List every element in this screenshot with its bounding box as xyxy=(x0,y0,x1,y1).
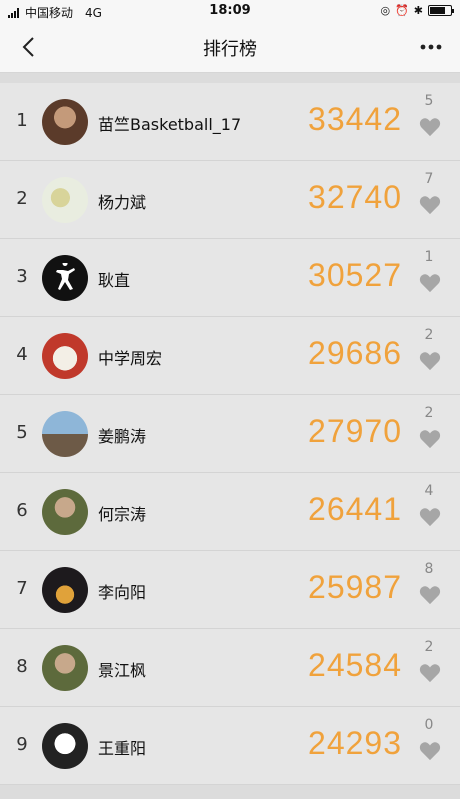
player-name: 耿直 xyxy=(98,271,131,290)
player-name: 姜鹏涛 xyxy=(98,427,147,446)
status-bar: 中国移动 4G 18:09 ◎ ⏰ ✱ xyxy=(0,0,460,22)
score-value: 30527 xyxy=(308,257,402,293)
player-name: 景江枫 xyxy=(98,661,147,680)
rank-number: 4 xyxy=(16,344,28,365)
heart-icon[interactable] xyxy=(419,663,441,683)
score-value: 26441 xyxy=(308,491,402,527)
score-value: 32740 xyxy=(308,179,402,215)
ranking-row[interactable]: 1 苗竺Basketball_17 33442 5 xyxy=(0,83,460,161)
player-name: 杨力斌 xyxy=(98,193,147,212)
like-count: 4 xyxy=(424,483,434,499)
heart-icon[interactable] xyxy=(419,351,441,371)
player-name: 何宗涛 xyxy=(98,505,147,524)
bluetooth-icon: ✱ xyxy=(413,4,423,17)
heart-icon[interactable] xyxy=(419,741,441,761)
player-name: 苗竺Basketball_17 xyxy=(98,115,242,134)
avatar[interactable] xyxy=(42,255,88,301)
rank-number: 2 xyxy=(16,188,28,209)
avatar[interactable] xyxy=(42,99,88,145)
avatar[interactable] xyxy=(42,489,88,535)
like-count: 2 xyxy=(424,405,434,421)
heart-icon[interactable] xyxy=(419,195,441,215)
heart-icon[interactable] xyxy=(419,117,441,137)
like-count: 8 xyxy=(424,561,434,577)
status-right: ◎ ⏰ ✱ xyxy=(380,4,454,17)
rank-number: 1 xyxy=(16,110,28,131)
ranking-row[interactable]: 8 景江枫 24584 2 xyxy=(0,629,460,707)
avatar[interactable] xyxy=(42,333,88,379)
ranking-row[interactable]: 3 耿直 30527 1 xyxy=(0,239,460,317)
score-value: 29686 xyxy=(308,335,402,371)
rank-number: 8 xyxy=(16,656,28,677)
ranking-row[interactable]: 7 李向阳 25987 8 xyxy=(0,551,460,629)
ranking-row[interactable]: 2 杨力斌 32740 7 xyxy=(0,161,460,239)
player-name: 中学周宏 xyxy=(98,349,163,368)
header-gap xyxy=(0,73,460,83)
rank-number: 7 xyxy=(16,578,28,599)
avatar[interactable] xyxy=(42,645,88,691)
player-name: 王重阳 xyxy=(98,739,147,758)
battery-icon xyxy=(428,5,454,16)
like-count: 5 xyxy=(424,93,434,109)
rank-number: 3 xyxy=(16,266,28,287)
heart-icon[interactable] xyxy=(419,429,441,449)
ranking-row[interactable]: 6 何宗涛 26441 4 xyxy=(0,473,460,551)
score-value: 25987 xyxy=(308,569,402,605)
rank-number: 9 xyxy=(16,734,28,755)
heart-icon[interactable] xyxy=(419,273,441,293)
page-title: 排行榜 xyxy=(203,39,257,60)
like-count: 1 xyxy=(424,249,434,265)
player-name: 李向阳 xyxy=(98,583,147,602)
score-value: 24293 xyxy=(308,725,402,761)
rank-number: 5 xyxy=(16,422,28,443)
ranking-row[interactable]: 9 王重阳 24293 0 xyxy=(0,707,460,785)
heart-icon[interactable] xyxy=(419,585,441,605)
avatar[interactable] xyxy=(42,723,88,769)
more-dots-icon xyxy=(420,44,442,50)
like-count: 0 xyxy=(424,717,434,733)
like-count: 2 xyxy=(424,327,434,343)
score-value: 24584 xyxy=(308,647,402,683)
like-count: 7 xyxy=(424,171,434,187)
ranking-list: 1 苗竺Basketball_17 33442 5 2 杨力斌 32740 7 … xyxy=(0,83,460,785)
heart-icon[interactable] xyxy=(419,507,441,527)
ranking-row[interactable]: 4 中学周宏 29686 2 xyxy=(0,317,460,395)
score-value: 33442 xyxy=(308,101,402,137)
more-button[interactable] xyxy=(416,32,446,62)
avatar[interactable] xyxy=(42,177,88,223)
nav-bar: 排行榜 xyxy=(0,22,460,73)
alarm-icon: ⏰ xyxy=(395,4,409,17)
rotation-lock-icon: ◎ xyxy=(380,4,391,17)
score-value: 27970 xyxy=(308,413,402,449)
like-count: 2 xyxy=(424,639,434,655)
avatar[interactable] xyxy=(42,567,88,613)
avatar[interactable] xyxy=(42,411,88,457)
rank-number: 6 xyxy=(16,500,28,521)
ranking-row[interactable]: 5 姜鹏涛 27970 2 xyxy=(0,395,460,473)
